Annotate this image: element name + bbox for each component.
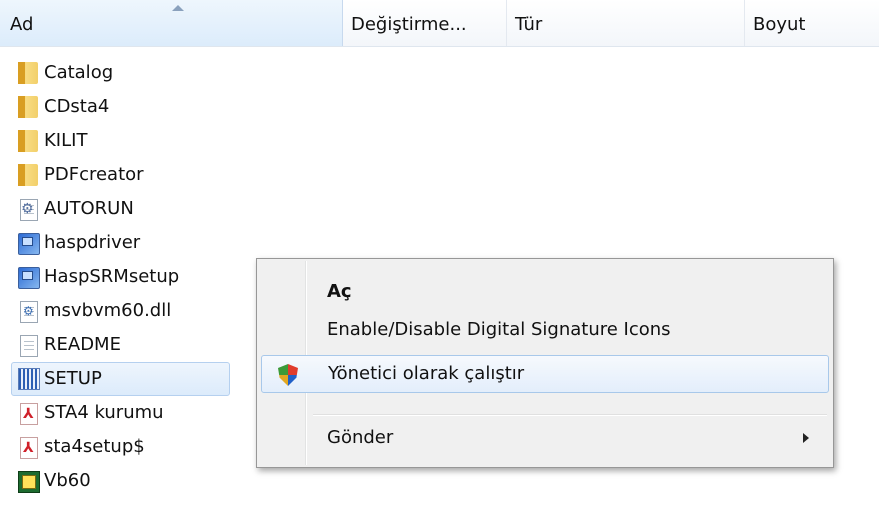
column-header: Ad Değiştirme... Tür Boyut <box>0 0 879 47</box>
menu-item-open-label: Aç <box>327 281 352 302</box>
file-name: HaspSRMsetup <box>44 266 180 287</box>
settings-file-icon <box>20 199 38 221</box>
installer-icon <box>18 267 40 289</box>
file-name: sta4setup$ <box>44 436 145 457</box>
menu-item-run-as-admin[interactable]: Yönetici olarak çalıştır <box>261 355 829 393</box>
file-row-msvbvm60[interactable]: msvbvm60.dll <box>14 294 254 328</box>
menu-item-digital-signature[interactable]: Enable/Disable Digital Signature Icons <box>261 311 829 349</box>
context-menu: Aç Enable/Disable Digital Signature Icon… <box>256 258 834 468</box>
file-name: msvbvm60.dll <box>44 300 172 321</box>
file-name: Catalog <box>44 62 114 83</box>
folder-icon <box>18 96 38 118</box>
file-name: CDsta4 <box>44 96 110 117</box>
column-size-header[interactable]: Boyut <box>745 0 879 46</box>
menu-item-send-to-label: Gönder <box>327 427 394 448</box>
file-name: KILIT <box>44 130 88 151</box>
file-row-pdfcreator[interactable]: PDFcreator <box>14 158 254 192</box>
column-type-header[interactable]: Tür <box>507 0 745 46</box>
submenu-arrow-icon <box>803 433 809 443</box>
file-name: README <box>44 334 121 355</box>
file-row-autorun[interactable]: AUTORUN <box>14 192 254 226</box>
file-row-sta4-kurumu[interactable]: STA4 kurumu <box>14 396 254 430</box>
sort-ascending-icon <box>172 5 184 11</box>
file-name: Vb60 <box>44 470 91 491</box>
file-row-kilit[interactable]: KILIT <box>14 124 254 158</box>
file-row-catalog[interactable]: Catalog <box>14 56 254 90</box>
vb-application-icon <box>18 471 40 493</box>
column-modified-header[interactable]: Değiştirme... <box>343 0 507 46</box>
file-row-readme[interactable]: README <box>14 328 254 362</box>
file-name: AUTORUN <box>44 198 134 219</box>
column-modified-label: Değiştirme... <box>351 14 467 35</box>
menu-item-send-to[interactable]: Gönder <box>261 419 829 457</box>
file-row-setup[interactable]: SETUP <box>11 362 230 396</box>
application-icon <box>18 233 40 255</box>
folder-icon <box>18 130 38 152</box>
menu-item-open[interactable]: Aç <box>261 273 829 311</box>
file-row-haspdriver[interactable]: haspdriver <box>14 226 254 260</box>
menu-separator <box>313 414 827 416</box>
column-size-label: Boyut <box>753 14 806 35</box>
column-type-label: Tür <box>515 14 543 35</box>
dll-file-icon <box>20 301 38 323</box>
folder-icon <box>18 62 38 84</box>
file-name: SETUP <box>44 368 102 389</box>
pdf-icon <box>20 437 38 459</box>
setup-icon <box>18 368 40 390</box>
column-name-label: Ad <box>10 14 34 35</box>
file-row-sta4setup[interactable]: sta4setup$ <box>14 430 254 464</box>
file-list: Catalog CDsta4 KILIT PDFcreator AUTORUN … <box>11 56 254 498</box>
file-name: haspdriver <box>44 232 141 253</box>
file-name: STA4 kurumu <box>44 402 164 423</box>
column-name-header[interactable]: Ad <box>0 0 343 46</box>
pdf-icon <box>20 403 38 425</box>
file-row-haspsrmsetup[interactable]: HaspSRMsetup <box>14 260 254 294</box>
menu-item-digital-signature-label: Enable/Disable Digital Signature Icons <box>327 319 671 340</box>
folder-icon <box>18 164 38 186</box>
file-row-vb60[interactable]: Vb60 <box>14 464 254 498</box>
file-name: PDFcreator <box>44 164 144 185</box>
menu-item-run-as-admin-label: Yönetici olarak çalıştır <box>328 363 525 384</box>
file-row-cdsta4[interactable]: CDsta4 <box>14 90 254 124</box>
text-file-icon <box>20 335 38 357</box>
uac-shield-icon <box>278 364 298 386</box>
